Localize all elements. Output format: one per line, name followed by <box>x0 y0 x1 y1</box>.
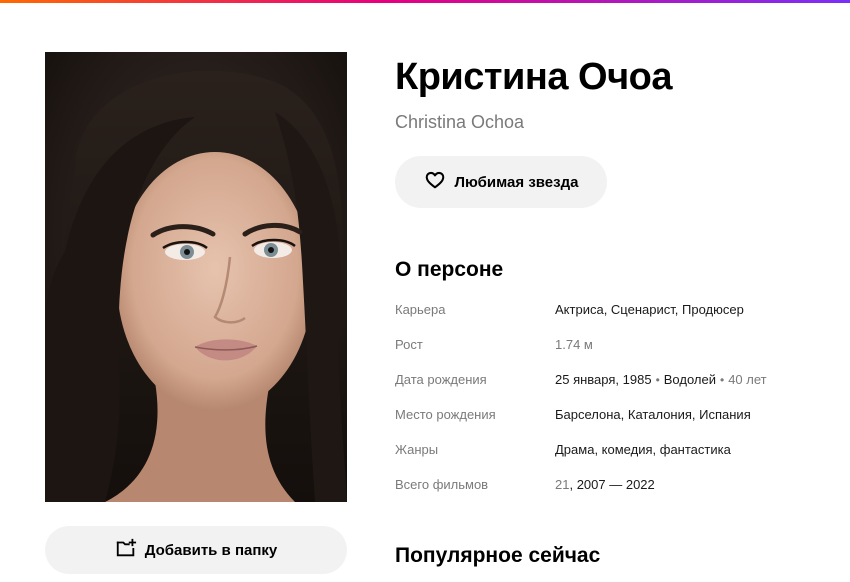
add-to-folder-button[interactable]: Добавить в папку <box>45 526 347 574</box>
info-row-films: Всего фильмов 21, 2007 — 2022 <box>395 475 835 495</box>
person-original-name: Christina Ochoa <box>395 112 525 132</box>
birthplace-region[interactable]: Каталония <box>628 407 692 422</box>
birthplace-label: Место рождения <box>395 407 496 422</box>
height-value: 1.74 м <box>555 337 593 352</box>
heart-icon <box>424 169 446 195</box>
films-label: Всего фильмов <box>395 477 489 492</box>
genre-comedy[interactable]: комедия <box>602 442 653 457</box>
birthdate-date[interactable]: 25 января, 1985 <box>555 372 652 387</box>
birthplace-city[interactable]: Барселона <box>555 407 621 422</box>
birthdate-value: 25 января, 1985 • Водолей • 40 лет <box>555 370 767 390</box>
person-name: Кристина Очоа <box>395 56 672 98</box>
genres-label: Жанры <box>395 442 439 457</box>
separator-dot: • <box>720 373 725 387</box>
separator-dot: • <box>655 373 660 387</box>
top-accent-bar <box>0 0 850 3</box>
career-item-writer[interactable]: Сценарист <box>611 302 675 317</box>
career-label: Карьера <box>395 302 446 317</box>
info-row-birthdate: Дата рождения 25 января, 1985 • Водолей • 40… <box>395 370 835 390</box>
height-label: Рост <box>395 337 423 352</box>
films-count: 21 <box>555 477 570 492</box>
genre-drama[interactable]: Драма <box>555 442 594 457</box>
genres-value: Драма, комедия, фантастика <box>555 442 731 457</box>
career-value: Актриса, Сценарист, Продюсер <box>555 302 744 317</box>
info-row-height: Рост 1.74 м <box>395 335 835 355</box>
person-photo <box>45 52 347 502</box>
info-row-genres: Жанры Драма, комедия, фантастика <box>395 440 835 460</box>
birthdate-label: Дата рождения <box>395 372 487 387</box>
career-item-actress[interactable]: Актриса <box>555 302 604 317</box>
folder-plus-icon <box>115 537 137 563</box>
birthplace-country[interactable]: Испания <box>699 407 751 422</box>
films-years[interactable]: 2007 — 2022 <box>577 477 655 492</box>
info-row-birthplace: Место рождения Барселона, Каталония, Исп… <box>395 405 835 425</box>
birthdate-age: 40 лет <box>728 372 767 387</box>
genre-fantasy[interactable]: фантастика <box>660 442 731 457</box>
about-section-title: О персоне <box>395 258 504 281</box>
films-value: 21, 2007 — 2022 <box>555 477 655 492</box>
favorite-star-label: Любимая звезда <box>454 173 579 191</box>
career-item-producer[interactable]: Продюсер <box>682 302 744 317</box>
info-row-career: Карьера Актриса, Сценарист, Продюсер <box>395 300 835 320</box>
favorite-star-button[interactable]: Любимая звезда <box>395 156 607 208</box>
popular-section-title: Популярное сейчас <box>395 544 601 567</box>
birthplace-value: Барселона, Каталония, Испания <box>555 407 751 422</box>
add-to-folder-label: Добавить в папку <box>144 541 278 559</box>
birthdate-zodiac[interactable]: Водолей <box>664 372 716 387</box>
